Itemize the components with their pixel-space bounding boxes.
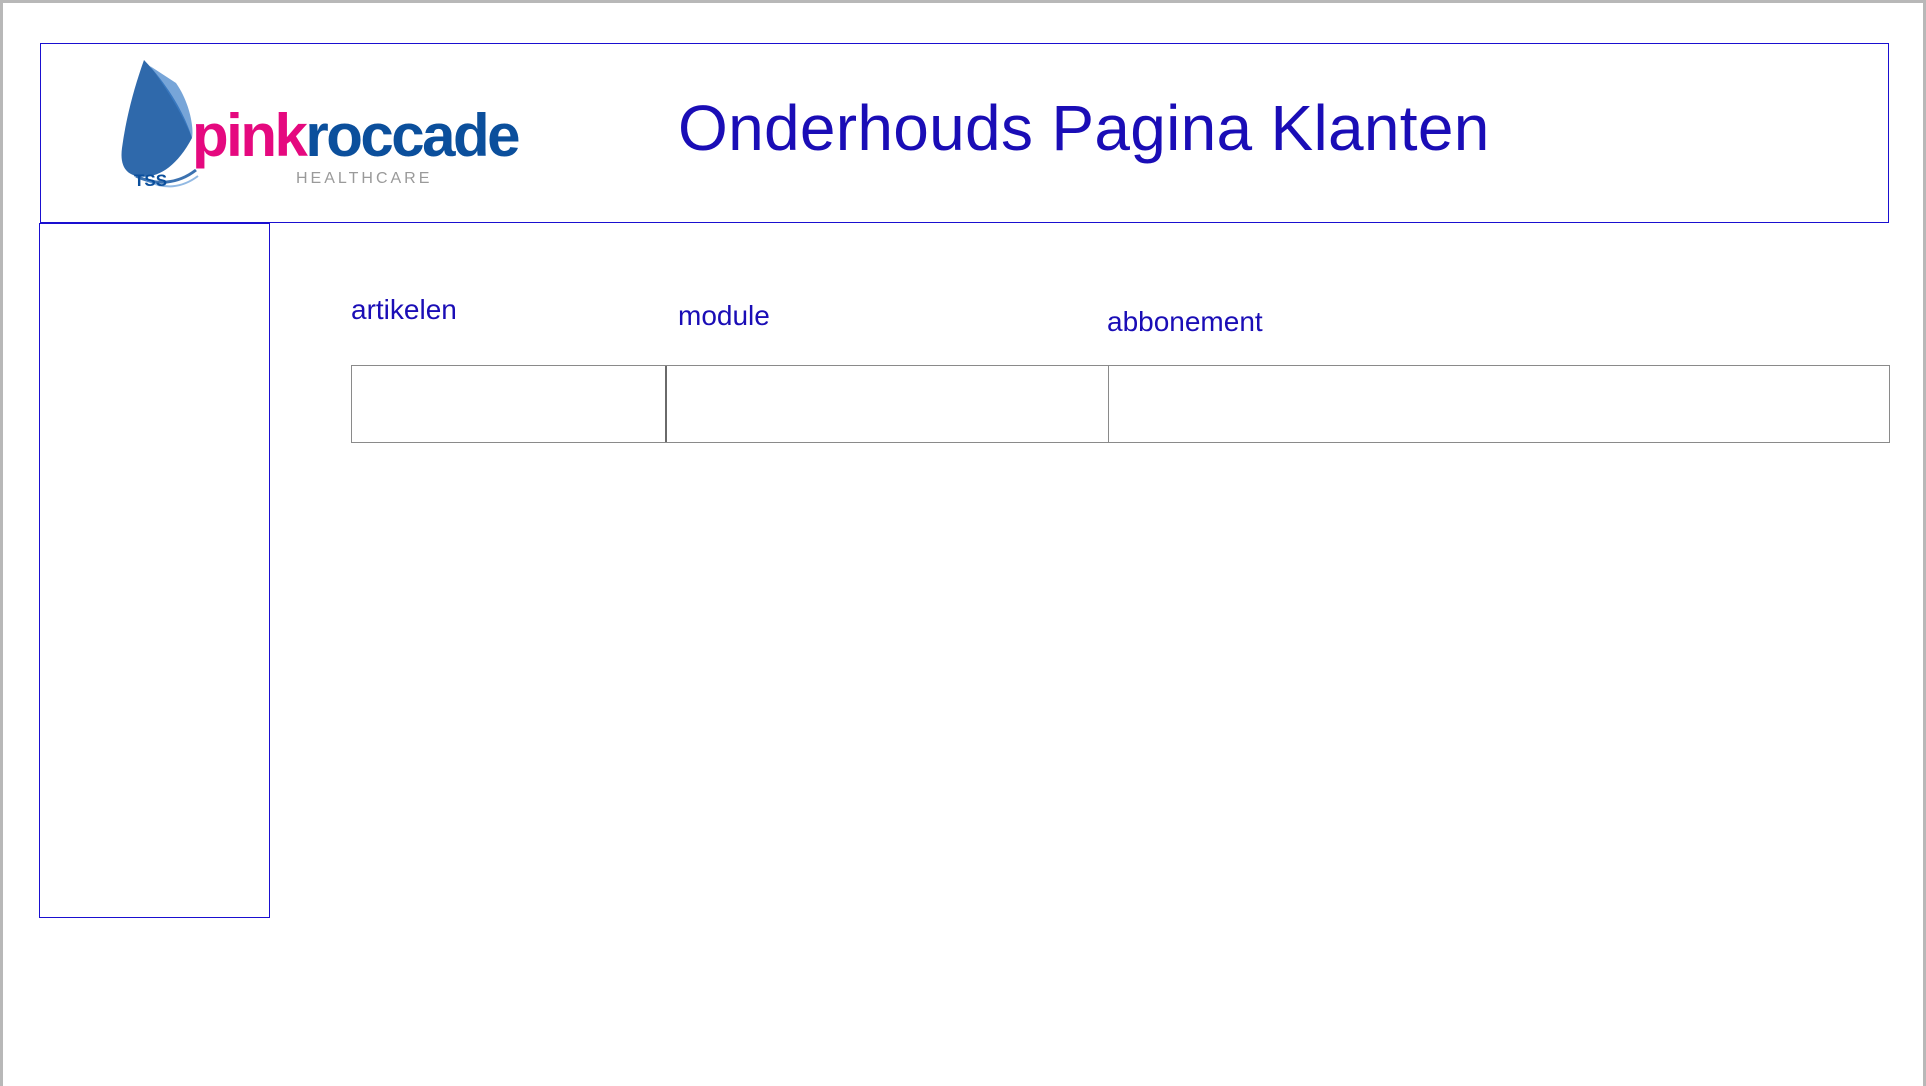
input-row <box>351 365 1890 443</box>
swirl-icon <box>121 60 199 188</box>
abbonement-input[interactable] <box>1109 366 1889 442</box>
svg-text:pinkroccade: pinkroccade <box>192 102 519 169</box>
module-input[interactable] <box>667 366 1109 442</box>
sidebar <box>39 223 270 918</box>
logo-brand-blue: roccade <box>305 102 519 169</box>
artikelen-label: artikelen <box>351 294 457 325</box>
pinkroccade-logo: TSS pinkroccade HEALTHCARE <box>121 60 522 190</box>
header: TSS pinkroccade HEALTHCARE Onderhouds Pa… <box>40 43 1889 223</box>
logo-tag: TSS <box>134 171 167 190</box>
page: TSS pinkroccade HEALTHCARE Onderhouds Pa… <box>0 0 1926 1086</box>
page-title: Onderhouds Pagina Klanten <box>678 92 1490 164</box>
abbonement-label: abbonement <box>1107 306 1263 337</box>
logo-subtitle: HEALTHCARE <box>296 170 432 187</box>
artikelen-input[interactable] <box>352 366 667 442</box>
module-label: module <box>678 300 770 331</box>
logo-brand-pink: pink <box>192 102 308 169</box>
